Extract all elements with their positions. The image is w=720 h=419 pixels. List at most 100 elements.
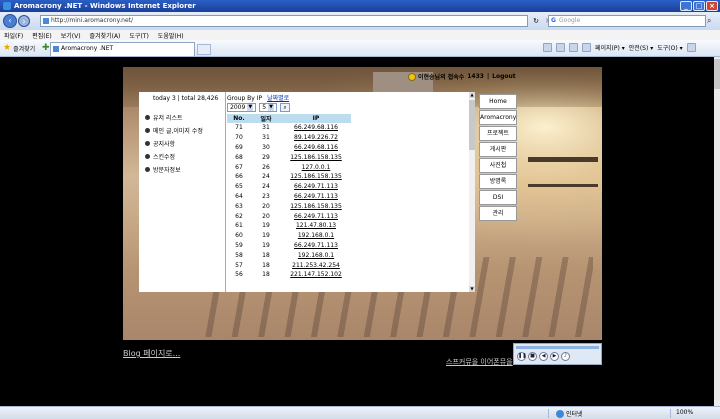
- page-content: 이현승님의 접속수 1433 | Logout today 3 | total …: [0, 57, 714, 406]
- print-icon[interactable]: [582, 43, 591, 52]
- cell-ip[interactable]: 121.47.80.13: [281, 221, 351, 231]
- tools-menu[interactable]: 도구(O) ▾: [657, 43, 682, 52]
- cell-ip[interactable]: 66.249.68.116: [281, 123, 351, 133]
- cell-no: 68: [235, 153, 243, 161]
- table-row: 64 23 66.249.71.113: [227, 192, 351, 202]
- safety-menu[interactable]: 안전(S) ▾: [629, 43, 653, 52]
- cell-ip[interactable]: 66.249.71.113: [281, 182, 351, 192]
- zoom-level[interactable]: 100%: [676, 409, 693, 416]
- next-icon[interactable]: ▶: [550, 352, 559, 361]
- nav-admin[interactable]: 관리: [479, 206, 517, 221]
- table-row: 68 29 125.186.158.135: [227, 152, 351, 162]
- tab-aromacrony[interactable]: Aromacrony .NET: [50, 42, 195, 56]
- nav-board[interactable]: 게시판: [479, 142, 517, 157]
- column-header-date: 일자: [251, 114, 281, 123]
- nav-guestbook[interactable]: 방명록: [479, 174, 517, 189]
- admin-panel: today 3 | total 28,426 유저 리스트 메인 글,이미지 수…: [139, 92, 475, 292]
- menu-view[interactable]: 보기(V): [61, 31, 81, 40]
- bullet-icon: [145, 154, 150, 159]
- search-input[interactable]: G Google: [548, 15, 706, 27]
- pause-icon[interactable]: ❚❚: [517, 352, 526, 361]
- table-row: 63 20 125.186.158.135: [227, 201, 351, 211]
- minimize-button[interactable]: _: [680, 1, 692, 11]
- player-controls: ❚❚ ■ ◀ ▶ ♪: [517, 352, 570, 361]
- favorites-label: 즐겨찾기: [13, 45, 36, 53]
- table-row: 62 20 66.249.71.113: [227, 211, 351, 221]
- home-icon[interactable]: [543, 43, 552, 52]
- nav-aromacrony[interactable]: Aromacrony: [479, 110, 517, 125]
- cell-ip[interactable]: 221.147.152.102: [281, 270, 351, 280]
- search-icon[interactable]: ⌕: [280, 103, 291, 112]
- group-by-bar: Group By IP 날짜별로: [227, 93, 289, 102]
- nav-dsi[interactable]: DSI: [479, 190, 517, 205]
- nav-gallery[interactable]: 사진첩: [479, 158, 517, 173]
- cell-ip[interactable]: 66.249.68.116: [281, 143, 351, 153]
- player-progress[interactable]: [516, 346, 599, 349]
- cell-ip[interactable]: 66.249.71.113: [281, 211, 351, 221]
- month-select[interactable]: 5 ▼: [259, 103, 278, 112]
- back-button[interactable]: ‹: [3, 14, 17, 28]
- cell-ip[interactable]: 125.186.158.135: [281, 152, 351, 162]
- logout-link[interactable]: Logout: [492, 73, 516, 80]
- page-scrollbar[interactable]: [714, 57, 720, 406]
- menu-tools[interactable]: 도구(T): [129, 31, 148, 40]
- panel-scrollbar[interactable]: ▲ ▼: [469, 92, 475, 292]
- menu-user-list-label: 유저 리스트: [153, 115, 183, 122]
- cell-ip[interactable]: 192.168.0.1: [281, 231, 351, 241]
- page-menu[interactable]: 페이지(P) ▾: [595, 43, 625, 52]
- previous-icon[interactable]: ◀: [539, 352, 548, 361]
- cell-ip[interactable]: 66.249.71.113: [281, 241, 351, 251]
- cell-ip[interactable]: 125.186.158.135: [281, 172, 351, 182]
- menu-help[interactable]: 도움말(H): [158, 31, 184, 40]
- nav-home[interactable]: Home: [479, 94, 517, 109]
- volume-icon[interactable]: ♪: [561, 352, 570, 361]
- search-icon[interactable]: ⌕: [707, 16, 717, 26]
- scroll-down-icon[interactable]: ▼: [469, 286, 475, 292]
- refresh-icon[interactable]: ↻: [531, 16, 541, 26]
- feeds-icon[interactable]: [556, 43, 565, 52]
- sf-link[interactable]: 스프커뮤을 이어폰뮤을: [446, 357, 513, 367]
- scroll-up-icon[interactable]: ▲: [469, 92, 475, 98]
- table-row: 58 18 192.168.0.1: [227, 250, 351, 260]
- table-header-row: No. 일자 IP: [227, 114, 351, 123]
- scroll-thumb[interactable]: [469, 100, 475, 150]
- stop-icon[interactable]: ■: [528, 352, 537, 361]
- cell-ip[interactable]: 66.249.71.113: [281, 192, 351, 202]
- mail-icon[interactable]: [569, 43, 578, 52]
- menu-skin[interactable]: 스킨수정: [145, 150, 225, 163]
- chevron-down-icon: ▼: [268, 104, 275, 111]
- cell-ip[interactable]: 89.149.226.72: [281, 133, 351, 143]
- tab-title: Aromacrony .NET: [61, 45, 114, 52]
- address-input[interactable]: http://mini.aromacrony.net/: [40, 15, 528, 27]
- menu-notice[interactable]: 공지사항: [145, 137, 225, 150]
- help-icon[interactable]: [686, 43, 696, 52]
- blog-link[interactable]: Blog 페이지로...: [123, 348, 180, 359]
- cell-ip[interactable]: 211.253.42.254: [281, 260, 351, 270]
- menu-edit-main[interactable]: 메인 글,이미지 수정: [145, 124, 225, 137]
- cell-no: 57: [235, 261, 243, 269]
- menu-edit[interactable]: 편집(E): [32, 31, 52, 40]
- forward-button[interactable]: ›: [18, 15, 30, 27]
- cell-ip[interactable]: 127.0.0.1: [281, 162, 351, 172]
- menu-user-list[interactable]: 유저 리스트: [145, 111, 225, 124]
- cell-ip[interactable]: 192.168.0.1: [281, 250, 351, 260]
- maximize-button[interactable]: □: [693, 1, 705, 11]
- menu-file[interactable]: 파일(F): [4, 31, 23, 40]
- cell-ip[interactable]: 125.186.158.135: [281, 201, 351, 211]
- nav-project[interactable]: 프로젝트: [479, 126, 517, 141]
- page-scroll-thumb[interactable]: [714, 59, 720, 89]
- favorites-button[interactable]: ★ 즐겨찾기: [3, 43, 35, 53]
- table-row: 65 24 66.249.71.113: [227, 182, 351, 192]
- menu-favorites[interactable]: 즐겨찾기(A): [90, 31, 121, 40]
- new-tab-button[interactable]: [197, 44, 211, 55]
- table-row: 67 26 127.0.0.1: [227, 162, 351, 172]
- visit-count: 1433: [467, 73, 484, 80]
- add-favorite-icon[interactable]: ✚: [42, 43, 50, 53]
- cell-no: 71: [235, 124, 243, 132]
- group-by-date-link[interactable]: 날짜별로: [267, 95, 289, 102]
- year-select[interactable]: 2009 ▼: [227, 103, 257, 112]
- window-controls: _ □ ×: [680, 1, 718, 11]
- cell-no: 61: [235, 222, 243, 230]
- close-button[interactable]: ×: [706, 1, 718, 11]
- menu-visitor-info[interactable]: 방문자정보: [145, 163, 225, 176]
